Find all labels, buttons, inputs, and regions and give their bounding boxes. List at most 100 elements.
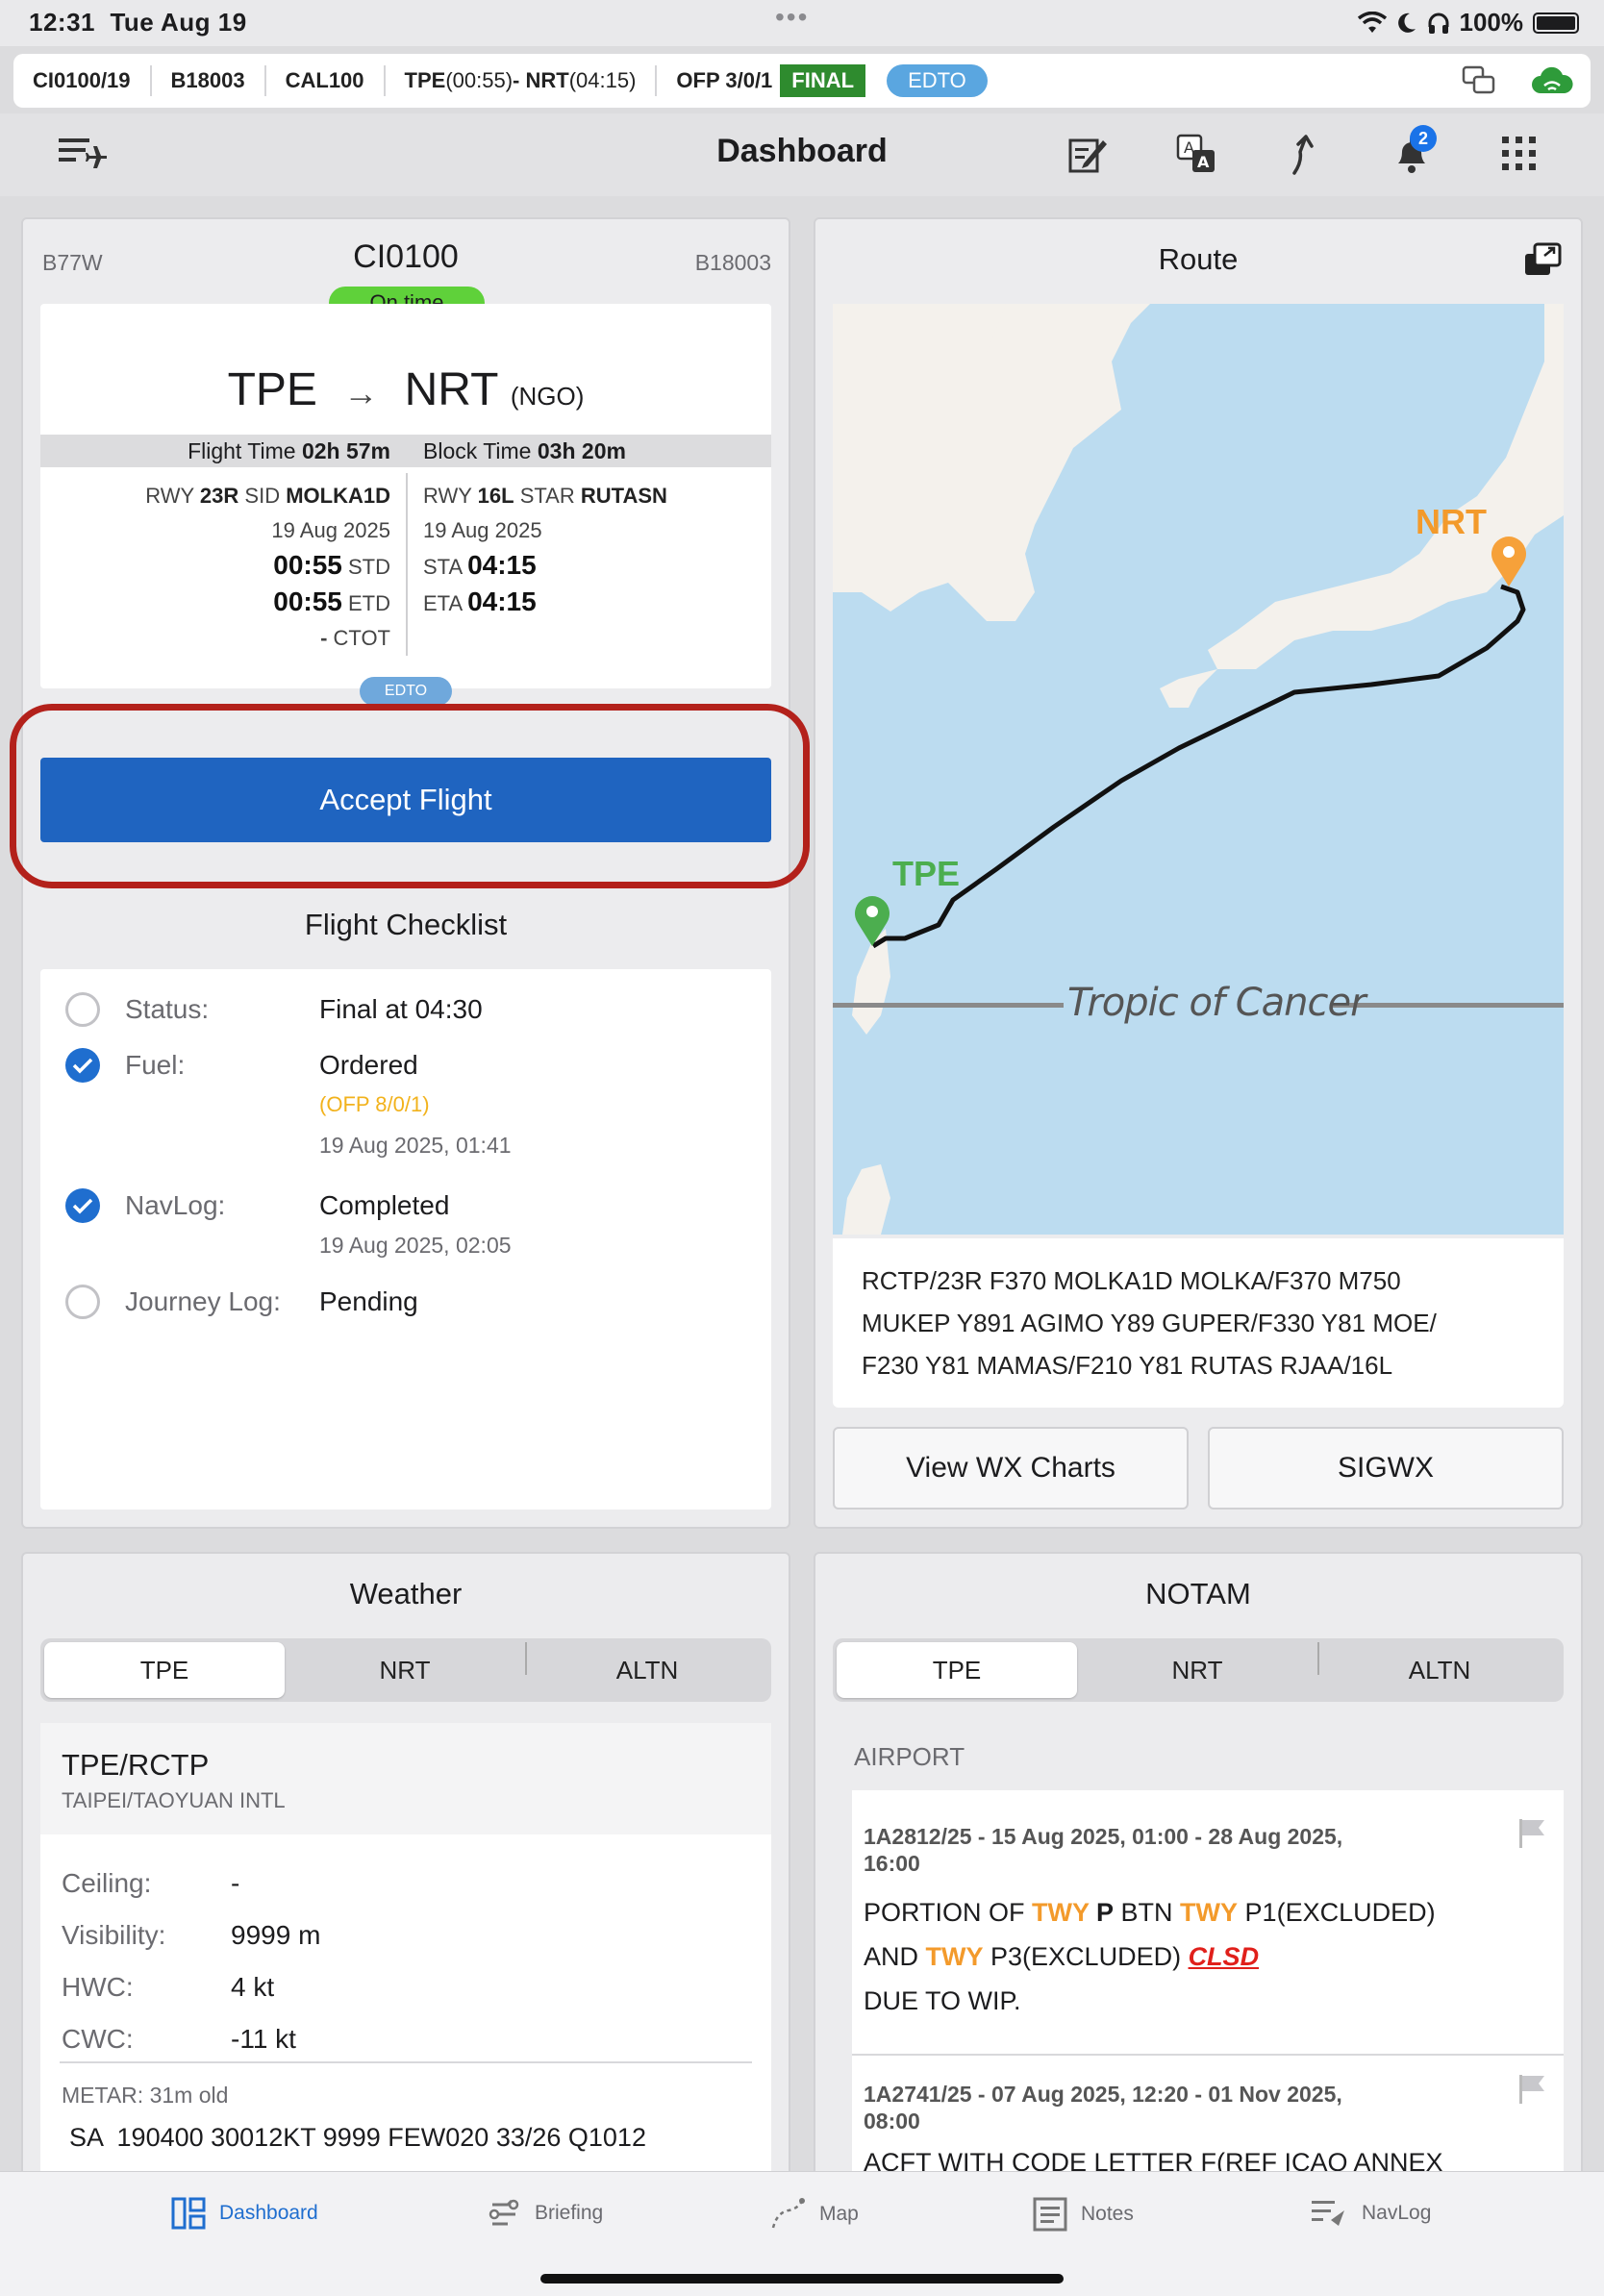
hwc-value: 4 kt <box>231 1972 275 2002</box>
metar-age: METAR: 31m old <box>62 2083 229 2108</box>
notam-1-text: PORTION OF TWY P BTN TWY P1(EXCLUDED) AN… <box>864 1898 1436 2015</box>
visibility-value: 9999 m <box>231 1920 321 1950</box>
tail-number: B18003 <box>152 65 266 96</box>
checklist-item-navlog[interactable]: NavLog: Completed 19 Aug 2025, 02:05 <box>40 1188 512 1258</box>
route-arrow: → <box>343 373 379 412</box>
route-line-3: F230 Y81 MAMAS/F210 Y81 RUTAS RJAA/16L <box>862 1351 1393 1380</box>
route-header: TPE → NRT (NGO) <box>40 363 771 416</box>
destination-pin-icon[interactable] <box>1487 531 1531 588</box>
flight-id[interactable]: CI0100/19 <box>13 65 152 96</box>
station-code: TPE/RCTP <box>62 1748 210 1782</box>
departure-arrow-icon[interactable] <box>1277 127 1331 181</box>
sigwx-button[interactable]: SIGWX <box>1208 1427 1564 1510</box>
weather-title: Weather <box>349 1577 463 1610</box>
route-map[interactable]: TPE NRT Tropic of Cancer <box>833 304 1564 1235</box>
edto-badge: EDTO <box>887 64 988 97</box>
route-times: TPE (00:55) - NRT (04:15) <box>386 65 658 96</box>
unchecked-circle-icon[interactable] <box>65 992 100 1027</box>
arrival-date: 19 Aug 2025 <box>423 518 542 542</box>
notam-item[interactable]: 1A2812/25 - 15 Aug 2025, 01:00 - 28 Aug … <box>852 1790 1564 2040</box>
status-indicators: 100% <box>1357 8 1579 37</box>
alternate-code: (NGO) <box>510 382 585 411</box>
column-divider <box>406 473 408 656</box>
block-time: Block Time 03h 20m <box>423 438 626 463</box>
origin-map-label: TPE <box>892 854 961 893</box>
notes-icon <box>1033 2197 1067 2232</box>
tab-dashboard[interactable]: Dashboard <box>171 2197 318 2230</box>
checkmark-icon[interactable] <box>65 1188 100 1223</box>
origin-pin-icon[interactable] <box>850 890 894 948</box>
translate-icon[interactable]: AA <box>1169 127 1223 181</box>
edto-tag: EDTO <box>360 677 452 706</box>
navlog-time: 19 Aug 2025, 02:05 <box>319 1233 512 1258</box>
map-icon <box>771 2198 805 2229</box>
view-wx-charts-button[interactable]: View WX Charts <box>833 1427 1189 1510</box>
headphones-icon <box>1428 12 1448 34</box>
weather-labels: Ceiling: Visibility: HWC: CWC: <box>62 1868 166 2054</box>
tab-navlog[interactable]: NavLog <box>1310 2197 1431 2230</box>
unchecked-circle-icon[interactable] <box>65 1285 100 1319</box>
notam-station-tabs: TPE NRT ALTN <box>833 1638 1564 1702</box>
notam-2-header: 1A2741/25 - 07 Aug 2025, 12:20 - 01 Nov … <box>864 2082 1342 2107</box>
notam-title: NOTAM <box>1145 1577 1251 1610</box>
tab-notam-altn[interactable]: ALTN <box>1319 1642 1560 1698</box>
destination-map-label: NRT <box>1416 502 1487 541</box>
expand-icon[interactable] <box>1523 242 1562 282</box>
checklist-item-fuel[interactable]: Fuel: Ordered (OFP 8/0/1) 19 Aug 2025, 0… <box>40 1048 512 1158</box>
tab-weather-altn[interactable]: ALTN <box>527 1642 767 1698</box>
apps-grid-icon[interactable] <box>1492 127 1546 181</box>
status-time: 12:31 Tue Aug 19 <box>29 8 247 37</box>
dashboard-icon <box>171 2197 206 2230</box>
notam-1-header: 1A2812/25 - 15 Aug 2025, 01:00 - 28 Aug … <box>864 1824 1343 1849</box>
tab-weather-nrt[interactable]: NRT <box>285 1642 525 1698</box>
metar-text: SA 190400 30012KT 9999 FEW020 33/26 Q101… <box>69 2123 646 2152</box>
departure-details: RWY 23R SID MOLKA1D 19 Aug 2025 00:55 ST… <box>145 484 390 650</box>
checklist-item-status[interactable]: Status: Final at 04:30 <box>40 992 483 1027</box>
moon-icon <box>1397 12 1416 33</box>
home-indicator[interactable] <box>540 2274 1064 2284</box>
tab-map[interactable]: Map <box>769 2197 859 2232</box>
destination-code: NRT <box>404 364 498 415</box>
battery-percent: 100% <box>1459 8 1524 37</box>
flag-icon[interactable] <box>1516 1817 1548 1850</box>
registration: B18003 <box>694 250 771 275</box>
origin-code: TPE <box>227 364 317 415</box>
fuel-ofp-note: (OFP 8/0/1) <box>319 1092 430 1116</box>
notam-card: NOTAM TPE NRT ALTN AIRPORT 1A2812/25 - 1… <box>814 1552 1583 2227</box>
flight-info-bar: CI0100/19 B18003 CAL100 TPE (00:55) - NR… <box>13 54 1591 108</box>
tab-notam-tpe[interactable]: TPE <box>837 1642 1077 1698</box>
checklist-title: Flight Checklist <box>304 908 508 941</box>
highlight-outline <box>10 704 810 888</box>
checklist-item-journey-log[interactable]: Journey Log: Pending <box>40 1285 418 1319</box>
toolbar: Dashboard AA 2 <box>0 113 1604 196</box>
multitask-dots-icon[interactable]: ••• <box>775 2 809 33</box>
battery-icon <box>1533 12 1579 34</box>
tab-notes[interactable]: Notes <box>1033 2197 1134 2232</box>
navlog-icon <box>1312 2201 1344 2226</box>
divider <box>60 2061 752 2063</box>
tab-briefing[interactable]: Briefing <box>489 2197 603 2230</box>
edit-form-icon[interactable] <box>1061 127 1115 181</box>
tab-notam-nrt[interactable]: NRT <box>1077 1642 1317 1698</box>
weather-card: Weather TPE NRT ALTN TPE/RCTP TAIPEI/TAO… <box>21 1552 790 2227</box>
ofp-version: OFP 3/0/1 FINAL EDTO <box>657 64 1006 97</box>
flag-icon[interactable] <box>1516 2073 1548 2106</box>
flight-summary: TPE → NRT (NGO) Flight Time 02h 57m Bloc… <box>40 304 771 706</box>
tab-weather-tpe[interactable]: TPE <box>44 1642 285 1698</box>
time-bar: Flight Time 02h 57m Block Time 03h 20m <box>40 435 771 467</box>
checklist-panel: Status: Final at 04:30 Fuel: Ordered (OF… <box>40 969 771 1510</box>
bottom-tab-bar: Dashboard Briefing Map Notes NavLog <box>0 2171 1604 2296</box>
notam-list: 1A2812/25 - 15 Aug 2025, 01:00 - 28 Aug … <box>852 1790 1564 2227</box>
route-string: RCTP/23R F370 MOLKA1D MOLKA/F370 M750 MU… <box>833 1238 1564 1408</box>
notam-section-airport: AIRPORT <box>854 1742 965 1771</box>
checkmark-icon[interactable] <box>65 1048 100 1083</box>
status-bar: 12:31 Tue Aug 19 ••• 100% <box>0 0 1604 46</box>
flight-number: CI0100 <box>353 238 459 275</box>
cloud-sync-icon[interactable] <box>1531 66 1573 95</box>
station-header: TPE/RCTP TAIPEI/TAOYUAN INTL <box>40 1723 771 1834</box>
route-card: Route TPE NRT Tropic of Cancer RCTP/23R … <box>814 217 1583 1529</box>
screens-icon[interactable] <box>1462 65 1496 96</box>
notifications-bell-icon[interactable]: 2 <box>1385 125 1439 181</box>
weather-details: Ceiling: Visibility: HWC: CWC: - 9999 m … <box>40 1834 771 2227</box>
ceiling-value: - <box>231 1868 240 1898</box>
